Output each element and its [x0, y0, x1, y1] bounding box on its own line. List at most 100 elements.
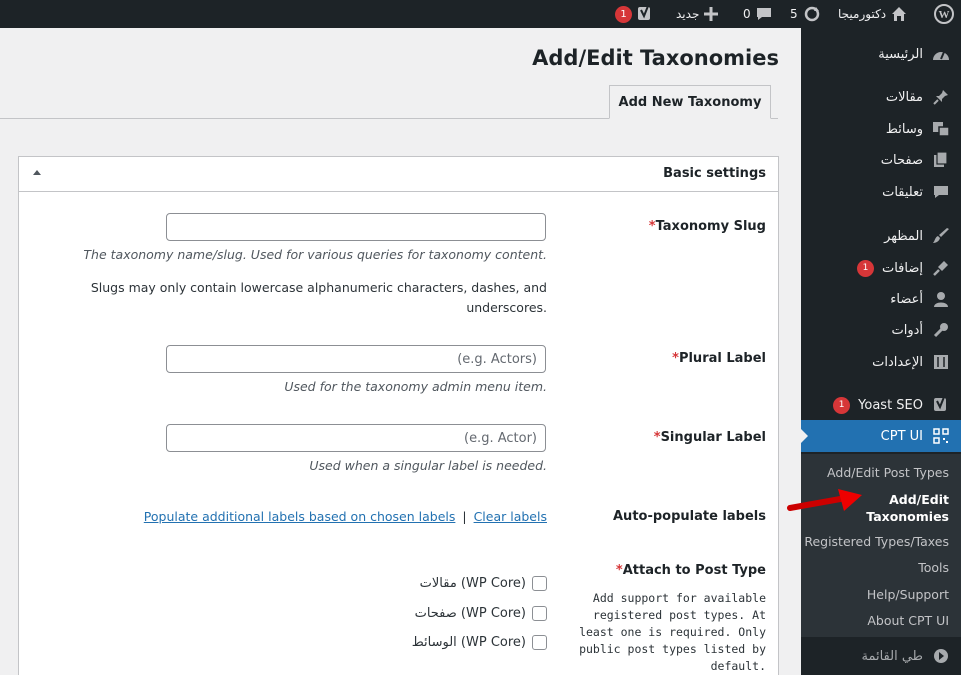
- label-text: Singular Label: [660, 430, 766, 445]
- refresh-icon: [804, 6, 819, 22]
- singular-label: *Singular Label: [648, 430, 766, 445]
- menu-label: المظهر: [884, 228, 923, 244]
- postbox-title: Basic settings: [663, 166, 766, 181]
- menu-label: أدوات: [891, 322, 923, 338]
- singular-description: Used when a singular label is needed.: [309, 458, 547, 473]
- post-type-checkbox-row: الوسائط (WP Core): [412, 635, 547, 650]
- new-label: جديد: [676, 7, 700, 21]
- media-icon: [931, 119, 951, 139]
- settings-icon: [931, 352, 951, 372]
- checkbox-media[interactable]: [532, 635, 547, 650]
- yoast-adminbar-link[interactable]: 1: [615, 0, 653, 28]
- menu-comments[interactable]: تعليقات: [801, 176, 961, 208]
- submenu-help-support[interactable]: Help/Support: [867, 586, 949, 603]
- menu-label: تعليقات: [882, 184, 923, 200]
- submenu-tools[interactable]: Tools: [918, 559, 949, 576]
- pin-icon: [931, 87, 951, 107]
- menu-tools[interactable]: أدوات: [801, 314, 961, 346]
- comment-icon: [756, 8, 771, 20]
- checkbox-posts[interactable]: [532, 576, 547, 591]
- dashboard-icon: [931, 44, 951, 64]
- home-icon: [892, 7, 907, 21]
- required-star: *: [615, 563, 623, 578]
- menu-label: وسائط: [885, 121, 923, 137]
- current-menu-arrow: [800, 428, 808, 444]
- autopopulate-links: Populate additional labels based on chos…: [144, 509, 547, 524]
- wordpress-icon[interactable]: W: [934, 0, 954, 28]
- cptui-submenu: Add/Edit Post Types Add/Edit Taxonomies …: [801, 454, 961, 637]
- red-arrow-icon: [787, 489, 862, 511]
- menu-label: أعضاء: [890, 291, 923, 307]
- yoast-icon: [931, 395, 951, 415]
- yoast-menu-badge: 1: [833, 396, 851, 414]
- checkbox-label: صفحات (WP Core): [414, 606, 526, 621]
- required-star: *: [653, 430, 661, 445]
- submenu-add-edit-post-types[interactable]: Add/Edit Post Types: [827, 464, 949, 481]
- required-star: *: [672, 351, 679, 366]
- yoast-badge: 1: [615, 5, 632, 23]
- plural-description: Used for the taxonomy admin menu item.: [284, 379, 547, 394]
- menu-cptui[interactable]: CPT UI: [801, 420, 961, 452]
- label-text: Attach to Post Type: [622, 563, 766, 578]
- admin-bar: W دكتورميجا 5 0 جديد 1: [0, 0, 961, 28]
- slug-note: Slugs may only contain lowercase alphanu…: [90, 280, 547, 315]
- updates-count: 5: [790, 7, 798, 21]
- link-separator: |: [462, 509, 467, 524]
- admin-sidebar: الرئيسية مقالات وسائط صفحات تعليقات المظ…: [800, 28, 961, 675]
- checkbox-pages[interactable]: [532, 606, 547, 621]
- basic-settings-box: Basic settings *Taxonomy Slug The taxono…: [18, 156, 779, 675]
- taxonomy-slug-input[interactable]: [166, 213, 546, 241]
- tools-icon: [931, 320, 951, 340]
- menu-settings[interactable]: الإعدادات: [801, 346, 961, 378]
- label-text: Plural Label: [678, 351, 766, 366]
- submenu-about[interactable]: About CPT UI: [867, 612, 949, 629]
- autopopulate-label: Auto-populate labels: [613, 509, 766, 524]
- required-star: *: [648, 219, 656, 234]
- appearance-icon: [931, 226, 951, 246]
- comments-link[interactable]: 0: [743, 0, 772, 28]
- label-text: Taxonomy Slug: [655, 219, 766, 234]
- svg-text:W: W: [939, 9, 950, 21]
- site-name-link[interactable]: دكتورميجا: [838, 0, 907, 28]
- menu-label: صفحات: [880, 152, 923, 168]
- menu-dashboard[interactable]: الرئيسية: [801, 38, 961, 70]
- collapse-label: طي القائمة: [861, 648, 923, 664]
- new-content-link[interactable]: جديد: [676, 0, 719, 28]
- menu-yoast[interactable]: 1 Yoast SEO: [801, 389, 961, 421]
- postbox-header[interactable]: Basic settings: [19, 157, 778, 192]
- yoast-icon: [638, 5, 650, 20]
- taxonomy-slug-label: *Taxonomy Slug: [643, 219, 766, 234]
- menu-posts[interactable]: مقالات: [801, 81, 961, 113]
- menu-users[interactable]: أعضاء: [801, 283, 961, 315]
- submenu-registered-types[interactable]: Registered Types/Taxes: [804, 533, 949, 550]
- menu-label: مقالات: [885, 89, 923, 105]
- menu-label: CPT UI: [880, 428, 923, 444]
- site-name: دكتورميجا: [838, 7, 887, 21]
- singular-label-input[interactable]: [166, 424, 546, 452]
- plugins-badge: 1: [856, 259, 874, 277]
- collapse-menu[interactable]: طي القائمة: [801, 640, 961, 672]
- cptui-icon: [931, 426, 951, 446]
- plus-icon: [704, 7, 719, 21]
- menu-appearance[interactable]: المظهر: [801, 220, 961, 252]
- plugins-icon: [931, 258, 951, 278]
- collapse-icon: [931, 646, 951, 666]
- comments-count: 0: [743, 7, 751, 21]
- tab-add-new-taxonomy[interactable]: Add New Taxonomy: [609, 85, 771, 119]
- menu-media[interactable]: وسائط: [801, 113, 961, 145]
- page-title: Add/Edit Taxonomies: [532, 46, 779, 70]
- menu-label: الإعدادات: [872, 354, 923, 370]
- menu-pages[interactable]: صفحات: [801, 144, 961, 176]
- menu-plugins[interactable]: 1 إضافات: [801, 252, 961, 284]
- post-type-checkbox-row: صفحات (WP Core): [415, 606, 547, 621]
- menu-label: Yoast SEO: [858, 397, 923, 413]
- attach-post-type-label: *Attach to Post Type: [610, 563, 766, 578]
- clear-labels-link[interactable]: Clear labels: [474, 509, 547, 524]
- updates-link[interactable]: 5: [790, 0, 821, 28]
- slug-description: The taxonomy name/slug. Used for various…: [83, 247, 547, 262]
- plural-label-input[interactable]: [166, 345, 546, 373]
- checkbox-label: الوسائط (WP Core): [411, 635, 526, 650]
- populate-labels-link[interactable]: Populate additional labels based on chos…: [144, 509, 456, 524]
- post-type-checkbox-row: مقالات (WP Core): [420, 576, 547, 591]
- collapse-toggle-icon[interactable]: [33, 170, 41, 175]
